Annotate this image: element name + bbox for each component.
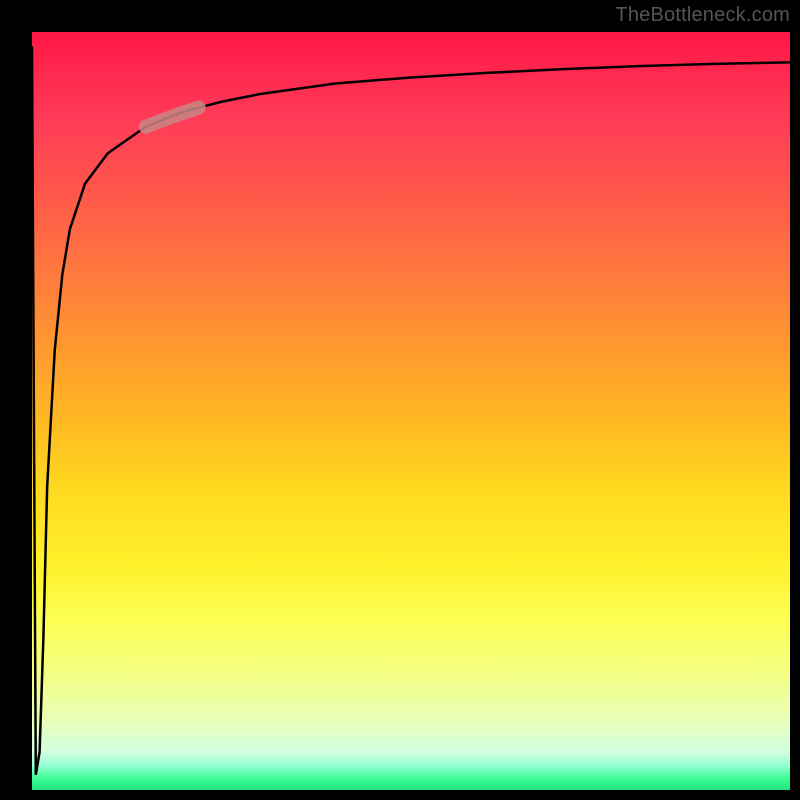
chart-curve-layer bbox=[32, 32, 790, 790]
bottleneck-curve bbox=[32, 47, 790, 775]
plot-left-border bbox=[0, 0, 32, 800]
plot-right-border bbox=[790, 0, 800, 800]
plot-bottom-border bbox=[0, 790, 800, 800]
watermark-text: TheBottleneck.com bbox=[615, 4, 790, 27]
highlight-segment bbox=[146, 108, 199, 127]
